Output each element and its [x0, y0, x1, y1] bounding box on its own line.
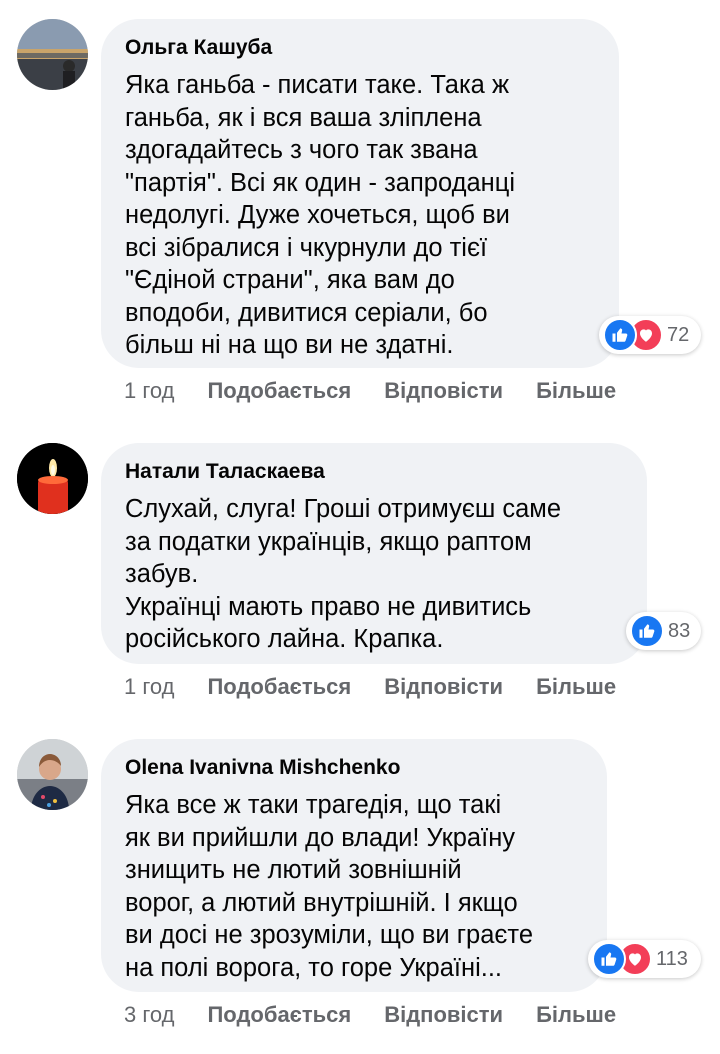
comment-timestamp[interactable]: 1 год [124, 674, 174, 700]
comment-actions: 3 год Подобається Відповісти Більше [124, 1002, 649, 1028]
like-icon [592, 942, 626, 976]
like-button[interactable]: Подобається [207, 674, 351, 700]
avatar-photo [17, 739, 88, 810]
comment-text: Яка ганьба - писати таке. Така ж ганьба,… [125, 71, 515, 359]
more-button[interactable]: Більше [536, 1002, 616, 1028]
avatar[interactable] [17, 19, 88, 90]
like-button[interactable]: Подобається [207, 1002, 351, 1028]
like-icon [603, 318, 637, 352]
reaction-count: 72 [667, 323, 690, 346]
like-button[interactable]: Подобається [207, 378, 351, 404]
avatar[interactable] [17, 443, 88, 514]
comment-author[interactable]: Ольга Кашуба [125, 35, 595, 61]
reactions-summary[interactable]: 113 [588, 940, 701, 978]
comment-bubble: Ольга Кашуба Яка ганьба - писати таке. Т… [101, 19, 619, 368]
reply-button[interactable]: Відповісти [384, 1002, 503, 1028]
comment-timestamp[interactable]: 3 год [124, 1002, 174, 1028]
comment-author[interactable]: Olena Ivanivna Mishchenko [125, 755, 583, 781]
reactions-summary[interactable]: 72 [599, 316, 701, 354]
reactions-summary[interactable]: 83 [626, 612, 701, 650]
comment-bubble: Натали Таласкаева Слухай, слуга! Гроші о… [101, 443, 647, 664]
reaction-count: 113 [656, 947, 688, 970]
like-icon [630, 614, 664, 648]
comment-timestamp[interactable]: 1 год [124, 378, 174, 404]
more-button[interactable]: Більше [536, 378, 616, 404]
avatar-photo [17, 19, 88, 90]
comment-actions: 1 год Подобається Відповісти Більше [124, 674, 649, 700]
reply-button[interactable]: Відповісти [384, 378, 503, 404]
comment-actions: 1 год Подобається Відповісти Більше [124, 378, 649, 404]
comment-text: Яка все ж таки трагедія, що такі як ви п… [125, 791, 533, 982]
comment-bubble: Olena Ivanivna Mishchenko Яка все ж таки… [101, 739, 607, 992]
avatar[interactable] [17, 739, 88, 810]
reaction-count: 83 [668, 619, 691, 642]
more-button[interactable]: Більше [536, 674, 616, 700]
candle-photo [17, 443, 88, 514]
comment-text: Слухай, слуга! Гроші отримуєш саме за по… [125, 495, 562, 653]
comment-author[interactable]: Натали Таласкаева [125, 459, 623, 485]
reply-button[interactable]: Відповісти [384, 674, 503, 700]
